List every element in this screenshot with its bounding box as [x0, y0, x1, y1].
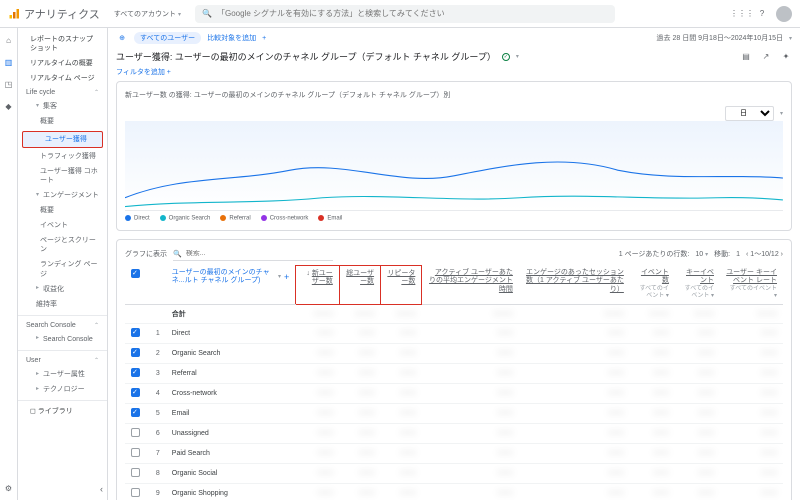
- table-row[interactable]: 5Email00000000000000000000000000000000: [125, 404, 783, 424]
- sidebar-item-traffic-acq[interactable]: トラフィック獲得: [18, 149, 107, 164]
- global-search-input[interactable]: [217, 9, 609, 18]
- apps-icon[interactable]: ⋮⋮⋮: [736, 8, 748, 20]
- sidebar-item-pages[interactable]: ページとスクリーン: [18, 233, 107, 257]
- table-search-input[interactable]: [186, 250, 333, 257]
- row-checkbox[interactable]: [131, 448, 140, 457]
- sidebar-item-snapshot[interactable]: レポートのスナップショット: [18, 32, 107, 56]
- add-segment-icon[interactable]: ⊕: [116, 32, 128, 44]
- sidebar-item-user-attr[interactable]: ▸ ユーザー属性: [18, 367, 107, 382]
- sidebar-item-realtime[interactable]: リアルタイムの概要: [18, 56, 107, 71]
- table-row[interactable]: 4Cross-network00000000000000000000000000…: [125, 384, 783, 404]
- table-search[interactable]: 🔍: [173, 248, 333, 261]
- sidebar-item-searchconsole[interactable]: ▸ Search Console: [18, 332, 107, 347]
- totals-row: 合計00000000000000000000000000000000000000…: [125, 305, 783, 324]
- segment-all-users[interactable]: すべてのユーザー: [134, 32, 201, 44]
- sidebar-item-realtime-pages[interactable]: リアルタイム ページ: [18, 71, 107, 86]
- sidebar-item-tech[interactable]: ▸ テクノロジー: [18, 382, 107, 397]
- page-range: 1～10/12: [750, 251, 778, 258]
- line-chart[interactable]: [125, 121, 783, 211]
- row-checkbox[interactable]: [131, 408, 140, 417]
- col-header[interactable]: エンゲージのあったセッション数（1 アクティブ ユーザーあたり）: [519, 265, 630, 305]
- row-checkbox[interactable]: [131, 468, 140, 477]
- title-menu[interactable]: ▾: [516, 53, 519, 60]
- sidebar-group-user[interactable]: User⌃: [18, 354, 107, 367]
- sidebar-item-monetize[interactable]: ▸ 収益化: [18, 282, 107, 297]
- explore-icon[interactable]: ◳: [3, 78, 15, 90]
- account-selector[interactable]: すべてのアカウント ▾: [108, 7, 187, 21]
- table-row[interactable]: 2Organic Search0000000000000000000000000…: [125, 344, 783, 364]
- sidebar-item-acq-overview[interactable]: 概要: [18, 114, 107, 129]
- plot-rows-label: グラフに表示: [125, 249, 167, 259]
- sidebar-item-events[interactable]: イベント: [18, 218, 107, 233]
- col-header[interactable]: 総ユーザー数: [339, 265, 380, 305]
- goto-label: 移動:: [714, 249, 730, 259]
- analytics-logo-icon: [8, 8, 20, 20]
- sidebar-item-engagement[interactable]: ▾ エンゲージメント: [18, 188, 107, 203]
- row-checkbox[interactable]: [131, 328, 140, 337]
- table-row[interactable]: 1Direct00000000000000000000000000000000: [125, 324, 783, 344]
- col-header[interactable]: リピーター数: [381, 265, 422, 305]
- sidebar-group-lifecycle[interactable]: Life cycle⌃: [18, 86, 107, 99]
- report-sidebar: レポートのスナップショット リアルタイムの概要 リアルタイム ページ Life …: [18, 28, 108, 500]
- account-avatar[interactable]: [776, 6, 792, 22]
- home-icon[interactable]: ⌂: [3, 34, 15, 46]
- share-icon[interactable]: ↗: [760, 51, 772, 63]
- table-row[interactable]: 3Referral0000000000000000000000000000000…: [125, 364, 783, 384]
- chart-card: 新ユーザー数 の獲得: ユーザーの最初のメインのチャネル グループ（デフォルト …: [116, 81, 792, 231]
- row-checkbox[interactable]: [131, 388, 140, 397]
- date-range-picker[interactable]: 過去 28 日間 9月18日～2024年10月15日: [657, 33, 783, 43]
- table-row[interactable]: 8Organic Social0000000000000000000000000…: [125, 464, 783, 484]
- report-title: ユーザー獲得: ユーザーの最初のメインのチャネル グループ（デフォルト チャネル…: [116, 50, 496, 63]
- sidebar-item-retention[interactable]: 維持率: [18, 297, 107, 312]
- table-row[interactable]: 6Unassigned00000000000000000000000000000…: [125, 424, 783, 444]
- reports-icon[interactable]: ▥: [3, 56, 15, 68]
- nav-rail: ⌂ ▥ ◳ ◆ ⚙: [0, 28, 18, 500]
- table-row[interactable]: 9Organic Shopping00000000000000000000000…: [125, 484, 783, 500]
- ads-icon[interactable]: ◆: [3, 100, 15, 112]
- add-filter[interactable]: フィルタを追加 +: [116, 69, 171, 76]
- help-icon[interactable]: ?: [756, 8, 768, 20]
- col-header[interactable]: アクティブ ユーザーあたりの平均エンゲージメント時間: [422, 265, 519, 305]
- dimension-picker[interactable]: ユーザーの最初のメインのチャネ...ルト チャネル グループ) ▾ +: [172, 269, 290, 286]
- table-card: グラフに表示 🔍 1 ページあたりの行数: 10 ▾ 移動: 1 ‹ 1～10/…: [116, 239, 792, 500]
- product-name: アナリティクス: [24, 6, 100, 22]
- sidebar-library[interactable]: ◻ ライブラリ: [18, 404, 107, 419]
- row-checkbox[interactable]: [131, 348, 140, 357]
- status-ok-icon[interactable]: ✓: [502, 53, 510, 61]
- sidebar-collapse[interactable]: ‹: [100, 484, 103, 494]
- chart-caption: 新ユーザー数 の獲得: ユーザーの最初のメインのチャネル グループ（デフォルト …: [125, 90, 783, 100]
- rows-per-label: 1 ページあたりの行数:: [619, 249, 690, 259]
- row-checkbox[interactable]: [131, 488, 140, 497]
- search-icon: 🔍: [173, 250, 182, 258]
- product-logo[interactable]: アナリティクス: [8, 6, 100, 22]
- sidebar-item-user-acquisition[interactable]: ユーザー獲得: [22, 131, 103, 148]
- goto-input[interactable]: 1: [736, 251, 740, 258]
- sidebar-item-acquisition[interactable]: ▾ 集客: [18, 99, 107, 114]
- granularity-select[interactable]: 日: [725, 106, 774, 121]
- row-checkbox[interactable]: [131, 368, 140, 377]
- table-row[interactable]: 7Paid Search0000000000000000000000000000…: [125, 444, 783, 464]
- admin-icon[interactable]: ⚙: [3, 482, 15, 494]
- search-icon: 🔍: [201, 8, 213, 20]
- col-header[interactable]: イベント数すべてのイベント ▾: [630, 265, 675, 305]
- sidebar-item-eng-overview[interactable]: 概要: [18, 203, 107, 218]
- col-header[interactable]: ↓ 新ユーザー数: [296, 265, 340, 305]
- add-comparison[interactable]: 比較対象を追加: [207, 33, 256, 43]
- col-header[interactable]: キーイベントすべてのイベント ▾: [675, 265, 720, 305]
- select-all-checkbox[interactable]: [131, 269, 140, 278]
- sidebar-item-user-acq-cohort[interactable]: ユーザー獲得 コホート: [18, 164, 107, 188]
- col-header[interactable]: ユーザー キーイベント レートすべてのイベント ▾: [720, 265, 783, 305]
- add-dimension[interactable]: +: [284, 272, 289, 283]
- sidebar-group-searchconsole[interactable]: Search Console⌃: [18, 319, 107, 332]
- data-table: ユーザーの最初のメインのチャネ...ルト チャネル グループ) ▾ + ↓ 新ユー…: [125, 265, 783, 500]
- insights-icon[interactable]: ✦: [780, 51, 792, 63]
- rows-per-select[interactable]: 10 ▾: [695, 251, 708, 258]
- global-search[interactable]: 🔍: [195, 5, 615, 23]
- row-checkbox[interactable]: [131, 428, 140, 437]
- sidebar-item-landing[interactable]: ランディング ページ: [18, 257, 107, 281]
- customize-report-icon[interactable]: ▤: [740, 51, 752, 63]
